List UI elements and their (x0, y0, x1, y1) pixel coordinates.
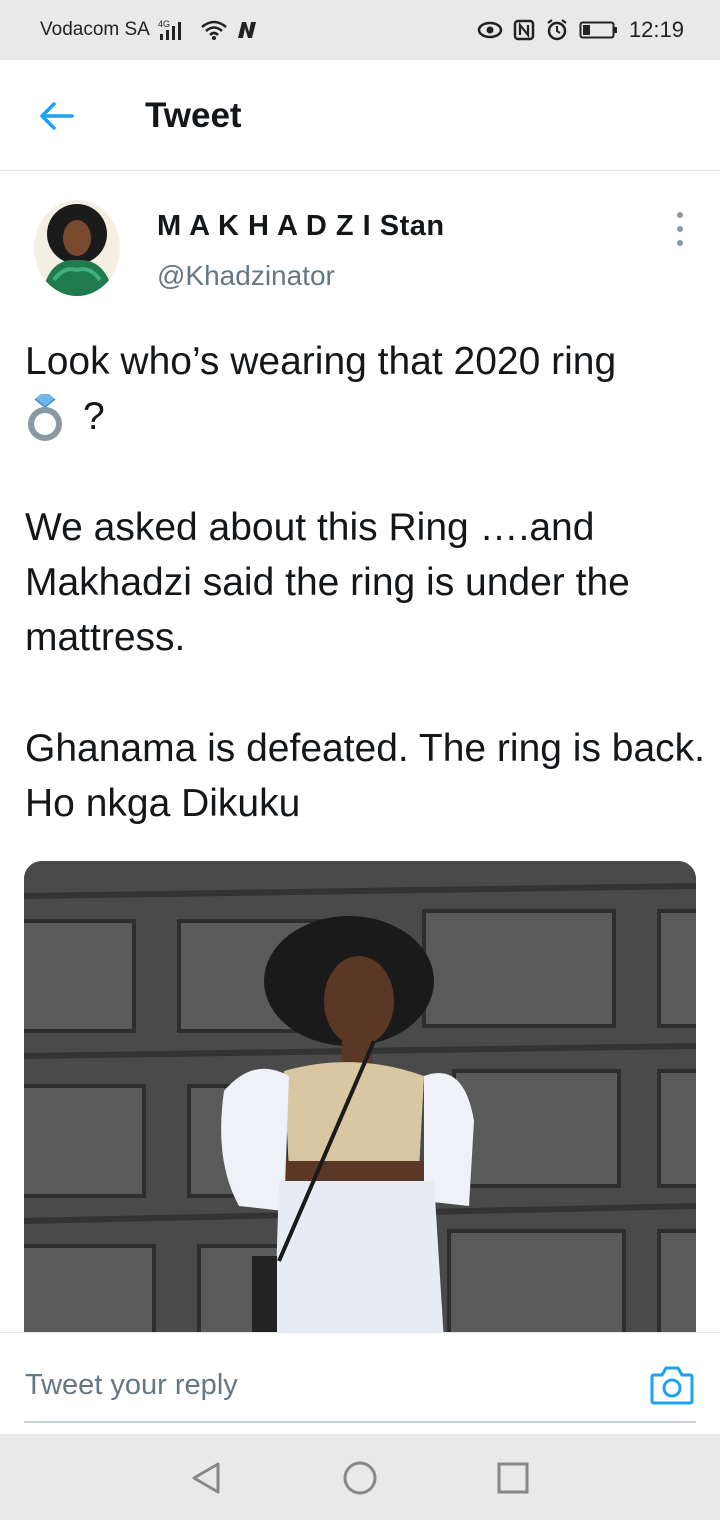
reply-bar: Tweet your reply (0, 1332, 720, 1434)
status-left: Vodacom SA 4G (40, 18, 258, 42)
app-header: Tweet (0, 60, 720, 171)
nav-recents-button[interactable] (493, 1458, 533, 1498)
battery-icon (579, 20, 619, 40)
ring-line: ? (25, 389, 705, 444)
system-nav-bar (0, 1434, 720, 1520)
nav-home-button[interactable] (340, 1458, 380, 1498)
dot (677, 226, 683, 232)
tweet-paragraph-2: We asked about this Ring ….and Makhadzi … (25, 506, 630, 659)
reply-input[interactable]: Tweet your reply (25, 1369, 238, 1402)
dot (677, 212, 683, 218)
dot (677, 240, 683, 246)
nav-back-icon (192, 1462, 220, 1494)
svg-text:4G: 4G (158, 19, 170, 29)
signal-icon: 4G (158, 18, 192, 42)
wifi-icon (200, 19, 228, 41)
tweet-detail: M A K H A D Z I Stan @Khadzinator Look w… (0, 172, 720, 1332)
back-arrow-icon (40, 102, 74, 130)
nav-recents-icon (497, 1462, 529, 1494)
ring-emoji-icon (28, 393, 62, 441)
nav-home-icon (343, 1461, 377, 1495)
avatar[interactable] (34, 200, 120, 296)
reply-underline (24, 1421, 696, 1423)
more-options-button[interactable] (668, 212, 692, 246)
tweet-text: Look who’s wearing that 2020 ring ? We a… (25, 334, 705, 887)
camera-button[interactable] (650, 1363, 694, 1405)
tweet-line-1: Look who’s wearing that 2020 ring (25, 340, 617, 383)
carrier-label: Vodacom SA (40, 19, 150, 40)
camera-icon (650, 1366, 694, 1405)
nfc-icon (513, 19, 535, 41)
n-logo-icon (236, 20, 258, 40)
author-name[interactable]: M A K H A D Z I Stan (157, 210, 445, 243)
status-right: 12:19 (477, 17, 684, 43)
page-title: Tweet (145, 96, 242, 135)
tweet-question-mark: ? (83, 395, 105, 438)
clock-time: 12:19 (628, 17, 684, 42)
status-bar: Vodacom SA 4G 12:19 (0, 0, 720, 60)
alarm-icon (545, 18, 569, 42)
nav-back-button[interactable] (186, 1458, 226, 1498)
eye-icon (477, 21, 503, 39)
back-button[interactable] (36, 96, 76, 136)
tweet-image[interactable] (24, 861, 696, 1332)
author-handle[interactable]: @Khadzinator (157, 260, 335, 292)
tweet-paragraph-3: Ghanama is defeated. The ring is back. H… (25, 727, 706, 825)
